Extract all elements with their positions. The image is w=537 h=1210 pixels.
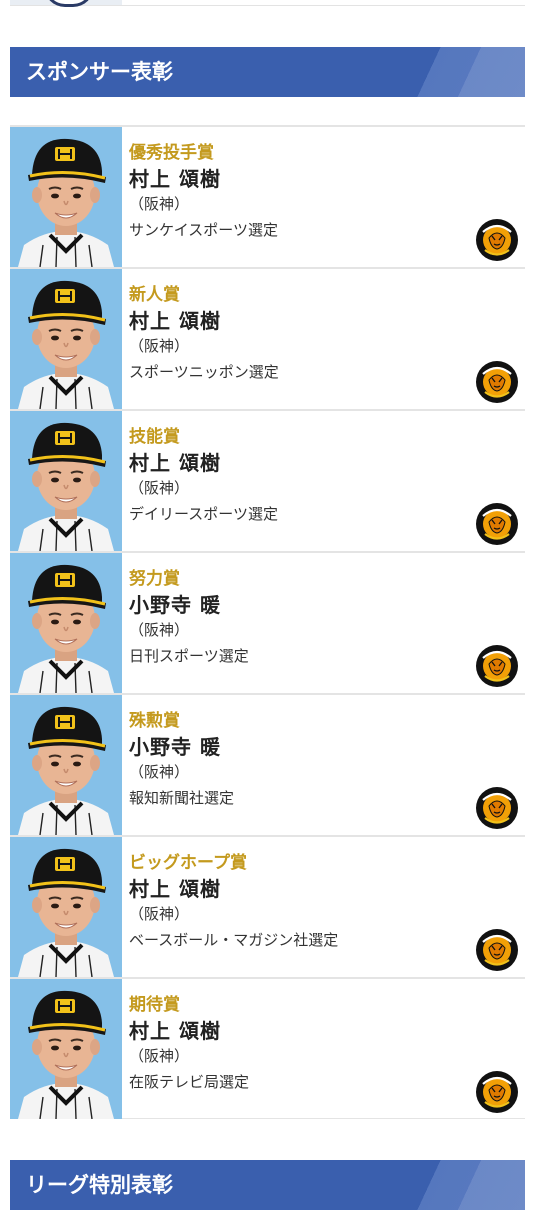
team-name: （阪神）	[129, 479, 190, 497]
section-header-sponsor: スポンサー表彰	[10, 47, 525, 97]
player-name: 村上 頌樹	[129, 1019, 221, 1043]
hanshin-tigers-logo-icon	[475, 502, 519, 546]
award-card[interactable]: 殊勲賞 小野寺 暖 （阪神） 報知新聞社選定	[10, 693, 525, 835]
selector-text: サンケイスポーツ選定	[129, 221, 278, 239]
award-card[interactable]: 期待賞 村上 頌樹 （阪神） 在阪テレビ局選定	[10, 977, 525, 1119]
selector-text: 報知新聞社選定	[129, 789, 235, 807]
player-photo	[10, 127, 122, 267]
award-title: ビッグホープ賞	[129, 853, 247, 873]
previous-card-edge	[10, 0, 525, 7]
selector-text: 日刊スポーツ選定	[129, 647, 249, 665]
hanshin-tigers-logo-icon	[475, 1070, 519, 1114]
player-photo	[10, 979, 122, 1119]
award-title: 努力賞	[129, 569, 180, 589]
team-name: （阪神）	[129, 763, 190, 781]
award-card[interactable]: 技能賞 村上 頌樹 （阪神） デイリースポーツ選定	[10, 409, 525, 551]
player-photo	[10, 695, 122, 835]
team-name: （阪神）	[129, 195, 190, 213]
section-title: スポンサー表彰	[26, 60, 173, 84]
selector-text: デイリースポーツ選定	[129, 505, 278, 523]
player-name: 村上 頌樹	[129, 877, 221, 901]
player-photo	[10, 553, 122, 693]
player-photo	[10, 411, 122, 551]
team-name: （阪神）	[129, 905, 190, 923]
hanshin-tigers-logo-icon	[475, 218, 519, 262]
award-card[interactable]: 新人賞 村上 頌樹 （阪神） スポーツニッポン選定	[10, 267, 525, 409]
team-name: （阪神）	[129, 337, 190, 355]
player-name: 小野寺 暖	[129, 735, 221, 759]
selector-text: 在阪テレビ局選定	[129, 1073, 250, 1091]
section-title: リーグ特別表彰	[26, 1173, 173, 1197]
player-photo	[10, 837, 122, 977]
hanshin-tigers-logo-icon	[475, 644, 519, 688]
award-title: 優秀投手賞	[129, 143, 214, 163]
team-name: （阪神）	[129, 1047, 190, 1065]
player-name: 小野寺 暖	[129, 593, 221, 617]
player-name: 村上 頌樹	[129, 309, 221, 333]
award-card[interactable]: 努力賞 小野寺 暖 （阪神） 日刊スポーツ選定	[10, 551, 525, 693]
award-title: 技能賞	[129, 427, 180, 447]
section-header-league: リーグ特別表彰	[10, 1160, 525, 1210]
hanshin-tigers-logo-icon	[475, 360, 519, 404]
award-title: 新人賞	[129, 285, 180, 305]
player-name: 村上 頌樹	[129, 167, 221, 191]
award-list: 優秀投手賞 村上 頌樹 （阪神） サンケイスポーツ選定 新人賞 村上 頌樹 （阪…	[10, 125, 525, 1119]
award-card[interactable]: 優秀投手賞 村上 頌樹 （阪神） サンケイスポーツ選定	[10, 125, 525, 267]
player-photo	[10, 269, 122, 409]
team-name: （阪神）	[129, 621, 190, 639]
hanshin-tigers-logo-icon	[475, 928, 519, 972]
award-title: 殊勲賞	[129, 711, 180, 731]
hanshin-tigers-logo-icon	[475, 786, 519, 830]
selector-text: ベースボール・マガジン社選定	[129, 931, 339, 949]
award-card[interactable]: ビッグホープ賞 村上 頌樹 （阪神） ベースボール・マガジン社選定	[10, 835, 525, 977]
previous-player-photo	[10, 0, 122, 7]
player-name: 村上 頌樹	[129, 451, 221, 475]
award-title: 期待賞	[129, 995, 180, 1015]
selector-text: スポーツニッポン選定	[129, 363, 279, 381]
